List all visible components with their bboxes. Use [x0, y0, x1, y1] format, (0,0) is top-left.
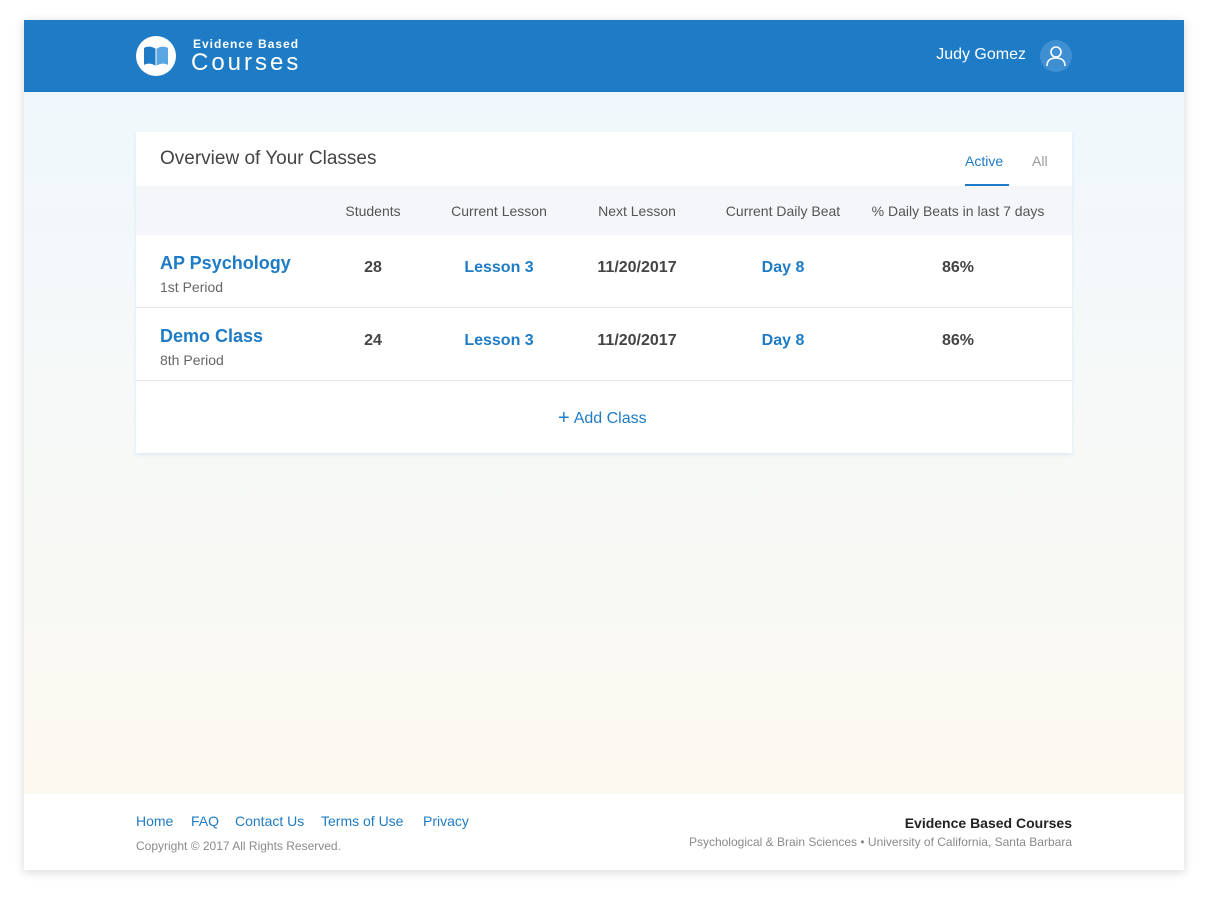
daily-beats-percent: 86%: [941, 259, 975, 276]
students-count: 28: [364, 259, 382, 276]
next-lesson-date: 11/20/2017: [597, 259, 677, 276]
daily-beats-percent: 86%: [941, 332, 975, 349]
app-window: Evidence Based Courses Judy Gomez Overvi…: [24, 20, 1184, 870]
class-name-link[interactable]: AP Psychology: [160, 253, 291, 274]
students-count: 24: [364, 332, 382, 349]
add-class-button[interactable]: + Add Class: [558, 406, 647, 429]
user-icon: [1046, 46, 1066, 67]
column-header-percent-beats: % Daily Beats in last 7 days: [871, 203, 1045, 219]
classes-overview-card: Overview of Your Classes Active All Stud…: [136, 132, 1072, 453]
tab-active[interactable]: Active: [965, 153, 1003, 169]
brand-name[interactable]: Courses: [191, 49, 301, 77]
table-row: AP Psychology 1st Period 28 Lesson 3 11/…: [136, 235, 1072, 308]
book-icon: [144, 46, 168, 66]
tab-all[interactable]: All: [1032, 153, 1048, 169]
footer-link-contact[interactable]: Contact Us: [235, 813, 304, 829]
class-name-link[interactable]: Demo Class: [160, 326, 263, 347]
column-header-daily-beat: Current Daily Beat: [725, 203, 841, 219]
footer-link-home[interactable]: Home: [136, 813, 173, 829]
top-navbar: Evidence Based Courses Judy Gomez: [24, 20, 1184, 92]
class-period: 1st Period: [160, 279, 224, 295]
add-class-label: Add Class: [573, 410, 647, 427]
footer-link-terms[interactable]: Terms of Use: [321, 813, 403, 829]
footer-affiliation: Psychological & Brain Sciences • Univers…: [688, 835, 1072, 849]
logo[interactable]: [136, 36, 176, 76]
table-row: Demo Class 8th Period 24 Lesson 3 11/20/…: [136, 308, 1072, 381]
column-header-next-lesson: Next Lesson: [598, 203, 676, 219]
column-header-current-lesson: Current Lesson: [451, 203, 547, 219]
copyright-text: Copyright © 2017 All Rights Reserved.: [136, 839, 341, 853]
footer-link-privacy[interactable]: Privacy: [423, 813, 469, 829]
footer-link-faq[interactable]: FAQ: [191, 813, 219, 829]
daily-beat-link[interactable]: Day 8: [762, 332, 805, 350]
page-title: Overview of Your Classes: [160, 148, 377, 169]
column-header-students: Students: [345, 203, 401, 219]
table-header: Students Current Lesson Next Lesson Curr…: [136, 186, 1072, 235]
footer: Home FAQ Contact Us Terms of Use Privacy…: [24, 794, 1184, 870]
user-name[interactable]: Judy Gomez: [936, 46, 1026, 64]
plus-icon: +: [558, 407, 570, 429]
current-lesson-link[interactable]: Lesson 3: [464, 332, 533, 350]
class-period: 8th Period: [160, 352, 224, 368]
current-lesson-link[interactable]: Lesson 3: [464, 259, 533, 277]
avatar[interactable]: [1040, 40, 1072, 72]
daily-beat-link[interactable]: Day 8: [762, 259, 805, 277]
footer-brand: Evidence Based Courses: [904, 815, 1072, 831]
next-lesson-date: 11/20/2017: [597, 332, 677, 349]
